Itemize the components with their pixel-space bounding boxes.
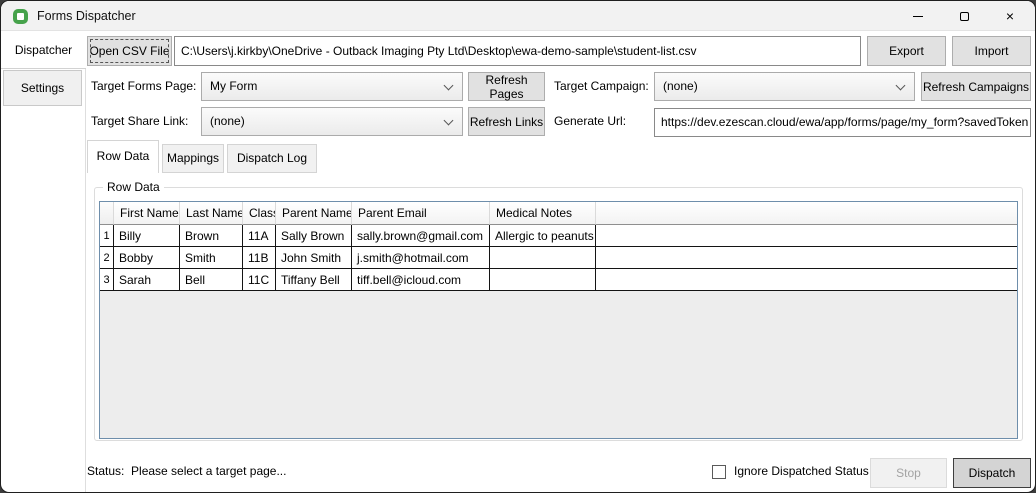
grid-body: 1BillyBrown11ASally Brownsally.brown@gma… bbox=[100, 225, 1017, 291]
status-label: Status: bbox=[87, 464, 124, 478]
grid-cell[interactable]: Bobby bbox=[114, 247, 180, 269]
grid-cell[interactable]: Billy bbox=[114, 225, 180, 247]
grid-cell[interactable]: Sally Brown bbox=[276, 225, 352, 247]
grid-cell[interactable]: Brown bbox=[180, 225, 243, 247]
target-campaign-label: Target Campaign: bbox=[554, 72, 649, 101]
grid-column-header[interactable]: Parent Email bbox=[352, 202, 490, 225]
ignore-dispatched-status-label: Ignore Dispatched Status bbox=[734, 464, 869, 478]
minimize-button[interactable] bbox=[895, 1, 941, 31]
csv-file-path-input[interactable]: C:\Users\j.kirkby\OneDrive - Outback Ima… bbox=[174, 36, 861, 66]
minimize-icon bbox=[913, 16, 923, 17]
app-logo-icon bbox=[13, 9, 28, 24]
refresh-links-button[interactable]: Refresh Links bbox=[468, 107, 545, 136]
maximize-icon bbox=[960, 12, 969, 21]
target-forms-page-value: My Form bbox=[210, 79, 257, 93]
grid-row-header[interactable]: 1 bbox=[100, 225, 114, 247]
maximize-button[interactable] bbox=[941, 1, 987, 31]
grid-cell[interactable]: tiff.bell@icloud.com bbox=[352, 269, 490, 291]
grid-row-filler[interactable] bbox=[596, 247, 1017, 269]
grid-row-filler[interactable] bbox=[596, 225, 1017, 247]
grid-cell[interactable]: John Smith bbox=[276, 247, 352, 269]
import-button[interactable]: Import bbox=[952, 36, 1031, 66]
refresh-campaigns-button[interactable]: Refresh Campaigns bbox=[921, 72, 1031, 101]
generate-url-input[interactable]: https://dev.ezescan.cloud/ewa/app/forms/… bbox=[654, 108, 1031, 137]
grid-cell[interactable]: 11C bbox=[243, 269, 276, 291]
open-csv-file-button[interactable]: Open CSV File bbox=[87, 36, 172, 66]
chevron-down-icon bbox=[444, 116, 454, 126]
status-message: Status: Please select a target page... bbox=[87, 464, 286, 478]
grid-column-header[interactable]: Medical Notes bbox=[490, 202, 596, 225]
grid-header-filler[interactable] bbox=[596, 202, 1017, 225]
grid-row: 2BobbySmith11BJohn Smithj.smith@hotmail.… bbox=[100, 247, 1017, 269]
row-data-grid: First NameLast NameClassParent NameParen… bbox=[100, 202, 1017, 291]
target-share-link-select[interactable]: (none) bbox=[201, 107, 463, 136]
grid-cell[interactable]: 11B bbox=[243, 247, 276, 269]
target-campaign-select[interactable]: (none) bbox=[654, 72, 915, 101]
grid-row: 1BillyBrown11ASally Brownsally.brown@gma… bbox=[100, 225, 1017, 247]
sidebar-divider bbox=[85, 68, 86, 492]
target-share-link-value: (none) bbox=[210, 114, 245, 128]
grid-cell[interactable]: j.smith@hotmail.com bbox=[352, 247, 490, 269]
sidebar-tab-dispatcher[interactable]: Dispatcher bbox=[1, 32, 86, 69]
generate-url-label: Generate Url: bbox=[554, 107, 626, 136]
app-window: Forms Dispatcher × Dispatcher Settings O… bbox=[0, 0, 1036, 493]
window-title: Forms Dispatcher bbox=[37, 1, 136, 31]
grid-row-filler[interactable] bbox=[596, 269, 1017, 291]
target-forms-page-label: Target Forms Page: bbox=[91, 72, 196, 101]
grid-row-header[interactable]: 2 bbox=[100, 247, 114, 269]
row-data-group-label: Row Data bbox=[103, 180, 164, 194]
ignore-dispatched-status-checkbox[interactable] bbox=[712, 465, 726, 479]
export-button[interactable]: Export bbox=[867, 36, 946, 66]
close-icon: × bbox=[1006, 9, 1014, 23]
tab-mappings[interactable]: Mappings bbox=[162, 144, 224, 173]
refresh-pages-button[interactable]: Refresh Pages bbox=[468, 72, 545, 101]
target-share-link-label: Target Share Link: bbox=[91, 107, 188, 136]
close-button[interactable]: × bbox=[987, 1, 1033, 31]
tab-dispatch-log[interactable]: Dispatch Log bbox=[227, 144, 317, 173]
grid-cell[interactable]: sally.brown@gmail.com bbox=[352, 225, 490, 247]
grid-cell[interactable]: 11A bbox=[243, 225, 276, 247]
grid-row-header[interactable]: 3 bbox=[100, 269, 114, 291]
chevron-down-icon bbox=[896, 81, 906, 91]
sidebar-tab-settings[interactable]: Settings bbox=[3, 70, 82, 106]
chevron-down-icon bbox=[444, 81, 454, 91]
grid-header-row: First NameLast NameClassParent NameParen… bbox=[100, 202, 1017, 225]
stop-button: Stop bbox=[870, 458, 947, 488]
dispatch-button[interactable]: Dispatch bbox=[953, 458, 1031, 488]
grid-cell[interactable]: Sarah bbox=[114, 269, 180, 291]
grid-row: 3SarahBell11CTiffany Belltiff.bell@iclou… bbox=[100, 269, 1017, 291]
window-controls: × bbox=[895, 1, 1033, 31]
grid-cell[interactable]: Smith bbox=[180, 247, 243, 269]
target-campaign-value: (none) bbox=[663, 79, 698, 93]
grid-column-header[interactable]: First Name bbox=[114, 202, 180, 225]
grid-cell[interactable]: Tiffany Bell bbox=[276, 269, 352, 291]
grid-column-header[interactable]: Parent Name bbox=[276, 202, 352, 225]
status-value: Please select a target page... bbox=[131, 464, 286, 478]
grid-cell[interactable] bbox=[490, 247, 596, 269]
tab-row-data[interactable]: Row Data bbox=[87, 140, 159, 173]
grid-column-header[interactable]: Last Name bbox=[180, 202, 243, 225]
grid-cell[interactable] bbox=[490, 269, 596, 291]
grid-cell[interactable]: Allergic to peanuts bbox=[490, 225, 596, 247]
grid-cell[interactable]: Bell bbox=[180, 269, 243, 291]
grid-corner-cell[interactable] bbox=[100, 202, 114, 225]
grid-column-header[interactable]: Class bbox=[243, 202, 276, 225]
row-data-grid-container: First NameLast NameClassParent NameParen… bbox=[99, 201, 1018, 439]
title-bar[interactable]: Forms Dispatcher × bbox=[1, 1, 1035, 31]
target-forms-page-select[interactable]: My Form bbox=[201, 72, 463, 101]
